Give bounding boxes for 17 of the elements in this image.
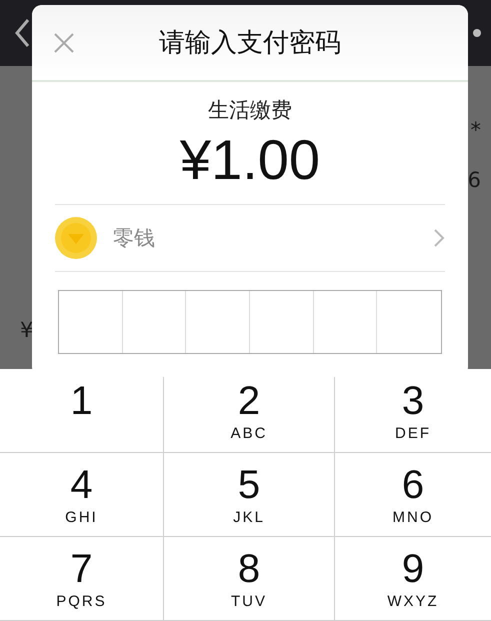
password-field[interactable] bbox=[58, 290, 442, 354]
close-icon[interactable] bbox=[54, 33, 74, 53]
keypad-key[interactable]: 7 PQRS bbox=[0, 537, 164, 621]
background-amount: ¥ bbox=[20, 320, 34, 341]
background-value: 6 bbox=[468, 170, 481, 194]
dialog-title: 请输入支付密码 bbox=[159, 27, 341, 60]
back-icon[interactable] bbox=[14, 18, 30, 48]
background-value: * bbox=[470, 120, 481, 144]
keypad-key[interactable]: 8 TUV bbox=[164, 537, 335, 621]
dot-icon bbox=[473, 28, 481, 37]
chevron-icon bbox=[433, 228, 445, 248]
merchant-name: 生活缴费 bbox=[208, 97, 292, 124]
keypad-key[interactable]: 5 JKL bbox=[164, 453, 335, 537]
coin-icon bbox=[55, 217, 97, 259]
payment-amount: ¥1.00 bbox=[180, 128, 320, 192]
keypad-key[interactable]: 4 GHI bbox=[0, 453, 164, 537]
payment-method-row[interactable]: 零钱 bbox=[55, 204, 445, 272]
